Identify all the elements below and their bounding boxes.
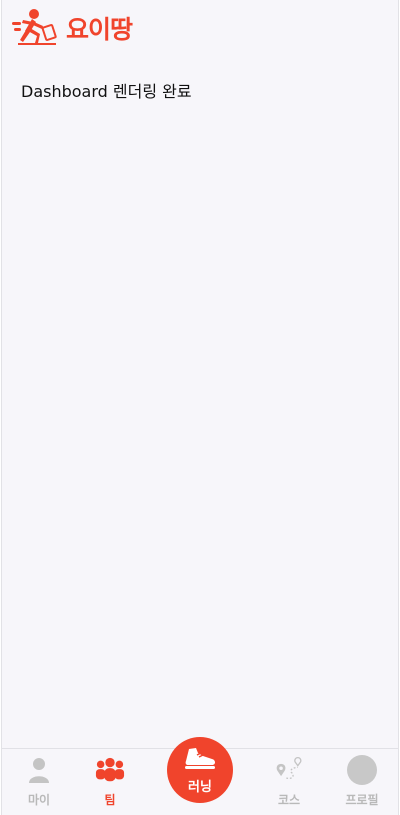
brand-name: 요이땅 (66, 15, 133, 44)
avatar-icon (347, 755, 377, 785)
bottom-navigation: 마이 팀 러닝 코스 프로필 (2, 737, 398, 815)
person-icon (24, 755, 54, 785)
dashboard-content: Dashboard 렌더링 완료 (21, 78, 379, 102)
nav-item-team[interactable]: 팀 (80, 749, 140, 815)
route-pin-icon (274, 755, 304, 785)
nav-label-course: 코스 (277, 793, 301, 807)
nav-label-my: 마이 (27, 793, 51, 807)
team-icon (95, 755, 125, 785)
nav-item-profile[interactable]: 프로필 (332, 749, 392, 815)
render-status-text: Dashboard 렌더링 완료 (21, 82, 192, 101)
running-shoe-icon (185, 748, 215, 769)
nav-label-profile: 프로필 (345, 793, 379, 807)
running-start-button[interactable]: 러닝 (167, 737, 233, 803)
app-header: 요이땅 (2, 0, 398, 54)
nav-item-course[interactable]: 코스 (259, 749, 319, 815)
nav-item-my[interactable]: 마이 (9, 749, 69, 815)
app-screen: 요이땅 Dashboard 렌더링 완료 마이 팀 러닝 코스 프로필 (1, 0, 399, 815)
nav-label-team: 팀 (104, 793, 116, 807)
runner-logo-icon (12, 9, 57, 45)
nav-label-running: 러닝 (188, 780, 212, 795)
avatar (347, 755, 377, 785)
